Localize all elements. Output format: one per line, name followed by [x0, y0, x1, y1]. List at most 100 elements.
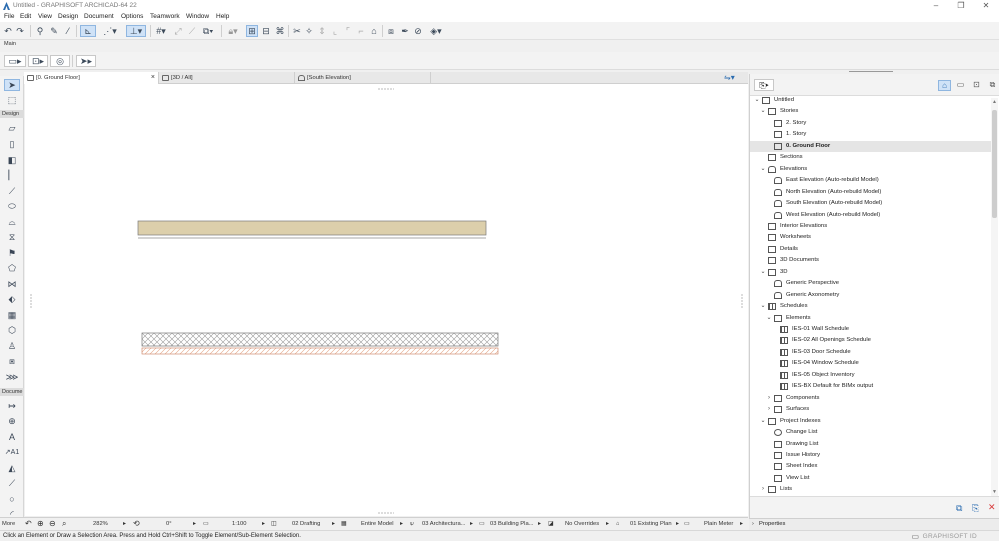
layer-combination[interactable]: 02 Drafting — [292, 521, 320, 527]
undo-icon[interactable]: ↶ — [3, 25, 13, 37]
panel-grip[interactable] — [849, 71, 893, 72]
tree-item[interactable]: › Components — [750, 393, 991, 404]
tree-item[interactable]: View List — [750, 473, 991, 484]
zoom-in-icon[interactable]: ⊕ — [37, 519, 44, 528]
scissors-icon[interactable]: ✂ — [291, 25, 303, 37]
teamwork-icon[interactable]: ⊘ — [412, 25, 424, 37]
renovation-filter[interactable]: 01 Existing Plan — [630, 521, 672, 527]
railing-tool-icon[interactable]: ⬠ — [4, 262, 20, 274]
pen-set-icon[interactable]: ✒ — [399, 25, 411, 37]
tree-item[interactable]: IES-02 All Openings Schedule — [750, 335, 991, 346]
tree-item[interactable]: Issue History — [750, 450, 991, 461]
chevron-down-icon[interactable]: ⌄ — [760, 267, 766, 278]
tree-item[interactable]: North Elevation (Auto-rebuild Model) — [750, 187, 991, 198]
3d-window-icon[interactable]: ⧈ — [385, 25, 397, 37]
pen-set-arrow[interactable]: ▸ — [538, 521, 541, 527]
measure-icon[interactable]: ⤢ — [172, 25, 184, 37]
door-tool-icon[interactable]: ◧ — [4, 154, 20, 166]
fit-zoom-icon[interactable]: ⌕ — [62, 519, 66, 529]
toolbox-more-label[interactable]: More — [2, 521, 15, 527]
tree-item[interactable]: South Elevation (Auto-rebuild Model) — [750, 198, 991, 209]
tree-item[interactable]: East Elevation (Auto-rebuild Model) — [750, 175, 991, 186]
zoom-arrow[interactable]: ▸ — [123, 521, 126, 527]
circle-tool-icon[interactable]: ○ — [4, 493, 20, 505]
menu-help[interactable]: Help — [216, 13, 229, 20]
roof-tool-icon[interactable]: ⌓ — [4, 216, 20, 228]
scroll-down-arrow[interactable]: ▼ — [992, 489, 997, 495]
beam-tool-icon[interactable]: ⟋ — [4, 185, 20, 197]
new-view-icon[interactable]: ⧉ — [956, 503, 962, 514]
elevate-icon[interactable]: ⇕ — [316, 25, 328, 37]
slab-element[interactable] — [137, 220, 487, 239]
level-dimension-icon[interactable]: ⊕ — [4, 415, 20, 427]
grid-snap-icon[interactable]: #▾ — [153, 25, 169, 37]
pen-set[interactable]: 03 Building Pla... — [490, 521, 534, 527]
layer-arrow[interactable]: ▸ — [332, 521, 335, 527]
menu-file[interactable]: File — [4, 13, 14, 20]
chevron-down-icon[interactable]: ⌄ — [760, 106, 766, 117]
zoom-value[interactable]: 282% — [93, 521, 108, 527]
tree-item[interactable]: Change List — [750, 427, 991, 438]
column-tool-2-icon[interactable]: ▏ — [4, 169, 20, 181]
label-tool-icon[interactable]: ↗A1 — [4, 446, 20, 458]
rotate-icon[interactable]: ⟲ — [133, 519, 140, 528]
tree-item[interactable]: 2. Story — [750, 118, 991, 129]
scale-arrow[interactable]: ▸ — [262, 521, 265, 527]
line-tool-icon[interactable]: ⟋ — [4, 477, 20, 489]
tree-item[interactable]: Sheet Index — [750, 461, 991, 472]
tree-item[interactable]: 1. Story — [750, 129, 991, 140]
tree-item[interactable]: IES-04 Window Schedule — [750, 358, 991, 369]
wall-element[interactable] — [141, 332, 499, 355]
trace-icon[interactable]: ⌘ — [274, 25, 286, 37]
tree-item[interactable]: ⌄ Schedules — [750, 301, 991, 312]
text-tool-icon[interactable]: A — [4, 431, 20, 443]
tree-item[interactable]: Details — [750, 244, 991, 255]
column-tool-icon[interactable]: ▯ — [4, 138, 20, 150]
chevron-right-icon[interactable]: › — [766, 404, 772, 415]
scale-value[interactable]: 1:100 — [232, 521, 247, 527]
mesh-tool-icon[interactable]: ⋈ — [4, 278, 20, 290]
magic-wand-icon[interactable]: ✧ — [303, 25, 315, 37]
tree-item[interactable]: IES-03 Door Schedule — [750, 347, 991, 358]
delete-icon[interactable]: ✕ — [988, 502, 996, 513]
tree-item[interactable]: ⌄ Elements — [750, 313, 991, 324]
chevron-down-icon[interactable]: ⌄ — [766, 313, 772, 324]
lamp-tool-icon[interactable]: ♙ — [4, 340, 20, 352]
roof-icon[interactable]: ⌂ — [368, 25, 380, 37]
ruler-icon[interactable]: ⟋ — [186, 25, 198, 37]
tree-item[interactable]: IES-05 Object Inventory — [750, 370, 991, 381]
tree-item[interactable]: 3D Documents — [750, 255, 991, 266]
dimension-tool-icon[interactable]: ↦ — [4, 400, 20, 412]
graphisoft-id[interactable]: GRAPHISOFT ID — [923, 533, 977, 540]
tree-item[interactable]: ⌄ Untitled — [750, 95, 991, 106]
chevron-down-icon[interactable]: ⌄ — [760, 416, 766, 427]
suspend-groups-icon[interactable]: ⧉▾ — [199, 25, 217, 37]
pick-up-parameters-icon[interactable]: ⚲ — [34, 25, 46, 37]
morph-tool-icon[interactable]: ⬖ — [4, 293, 20, 305]
layout-book-icon[interactable]: ⊡ — [970, 80, 983, 91]
stair-tool-icon[interactable]: ⚑ — [4, 247, 20, 259]
chevron-right-icon[interactable]: › — [766, 393, 772, 404]
tree-item[interactable]: IES-01 Wall Schedule — [750, 324, 991, 335]
dimension-standard[interactable]: Plain Meter — [704, 521, 733, 527]
adjust-icon[interactable]: ⌐ — [355, 25, 367, 37]
layout-selector[interactable]: ▭▸ — [4, 55, 26, 67]
menu-view[interactable]: View — [38, 13, 52, 20]
chevron-down-icon[interactable]: ⌄ — [754, 95, 760, 106]
project-map-icon[interactable]: ⌂ — [938, 80, 951, 91]
menu-window[interactable]: Window — [186, 13, 209, 20]
tree-item[interactable]: 0. Ground Floor — [750, 140, 991, 152]
inject-parameters-icon[interactable]: ✎ — [48, 25, 60, 37]
lock-icon[interactable]: 🔒︎▾ — [224, 25, 242, 37]
marquee-tool-icon[interactable]: ⬚ — [4, 94, 20, 106]
chevron-down-icon[interactable]: ⌄ — [760, 164, 766, 175]
tab-ground-floor[interactable]: [0. Ground Floor] × — [24, 72, 159, 84]
arrow-tool-selector[interactable]: ➤▸ — [76, 55, 96, 67]
tree-item[interactable]: IES-BX Default for BIMx output — [750, 381, 991, 392]
tree-item[interactable]: ⌄ Elevations — [750, 164, 991, 175]
tab-list-icon[interactable]: ⇋▾ — [724, 73, 746, 83]
tree-item[interactable]: ⌄ Project Indexes — [750, 416, 991, 427]
view-filter-arrow[interactable]: ▸ — [400, 521, 403, 527]
model-view-arrow[interactable]: ▸ — [470, 521, 473, 527]
tree-item[interactable]: Drawing List — [750, 439, 991, 450]
